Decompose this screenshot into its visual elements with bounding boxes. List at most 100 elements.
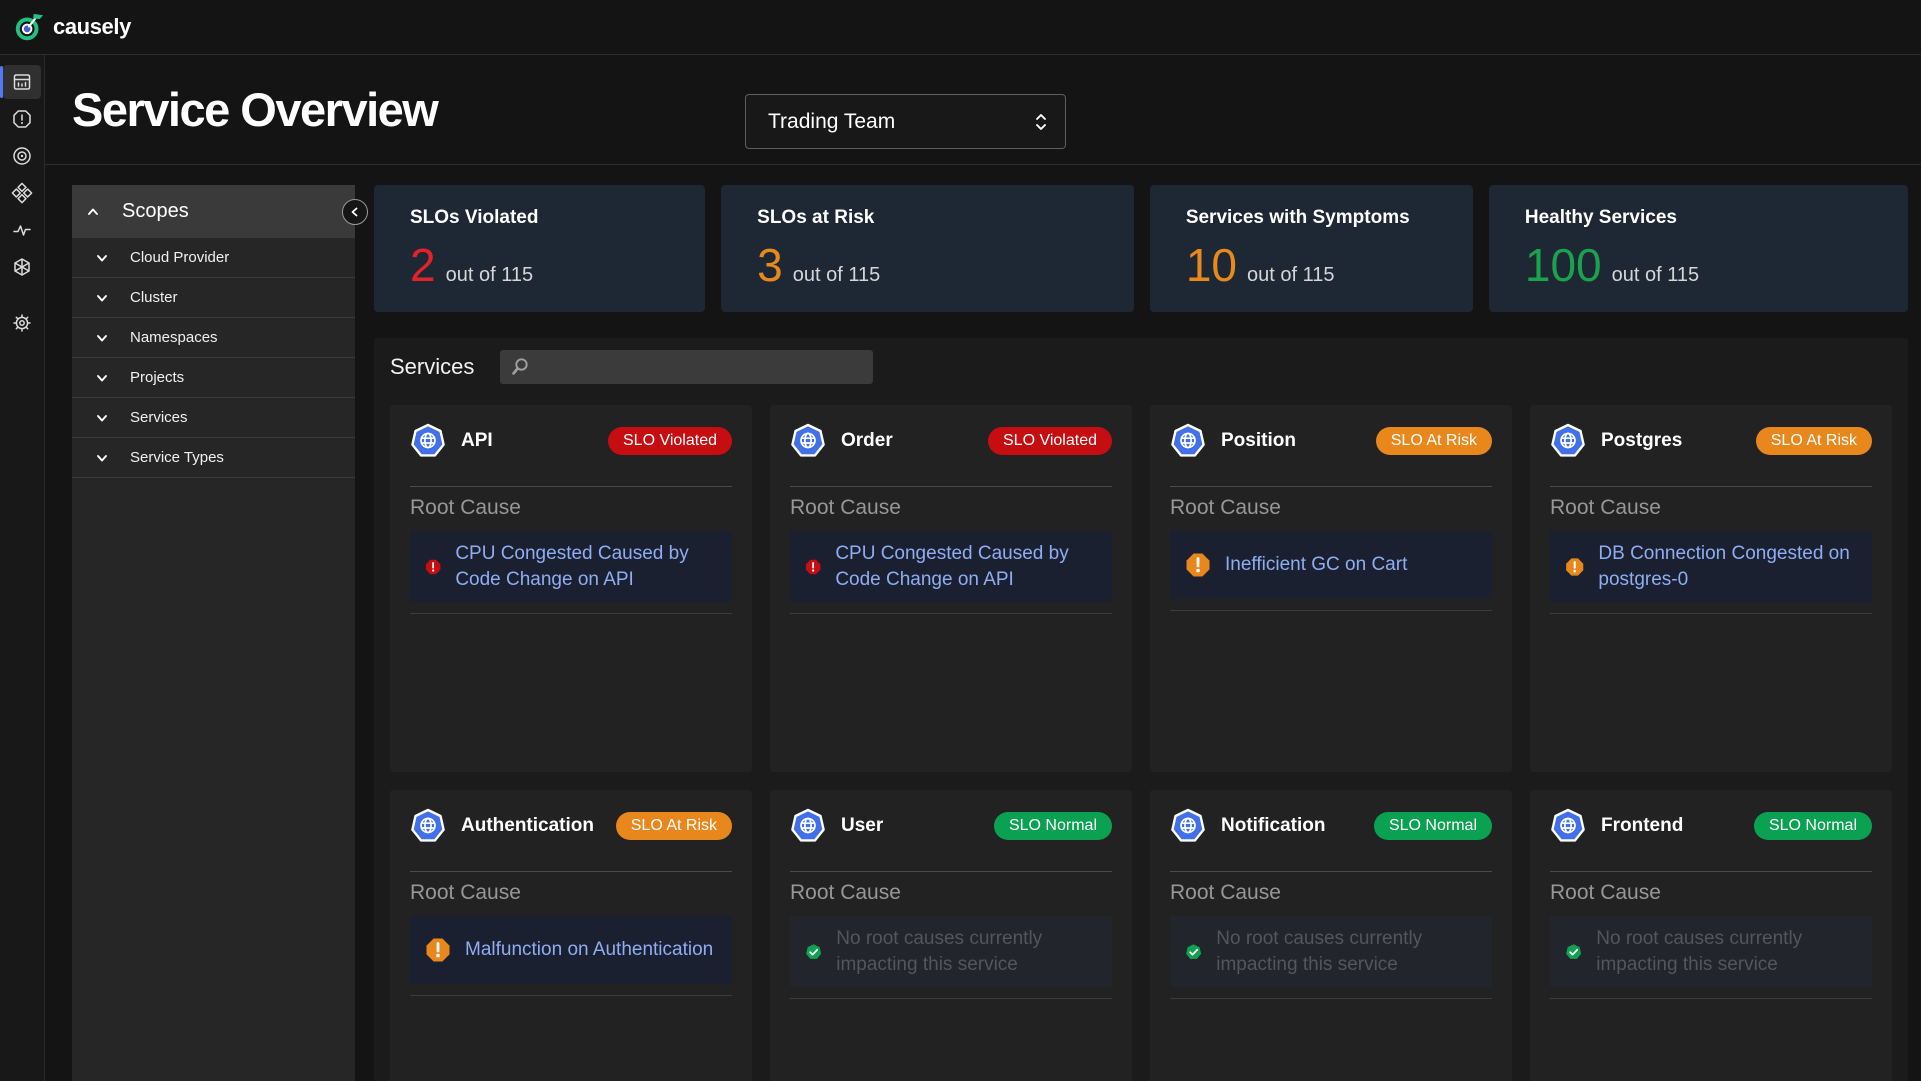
root-cause-item[interactable]: DB Connection Congested on postgres-0 (1550, 531, 1872, 602)
root-cause-item[interactable]: Malfunction on Authentication (410, 916, 732, 984)
scope-item-label: Projects (130, 369, 184, 386)
root-cause-link[interactable]: Inefficient GC on Cart (1225, 552, 1407, 578)
divider (1170, 486, 1492, 487)
nav-clusters[interactable] (3, 176, 41, 210)
slo-status-badge: SLO At Risk (616, 812, 732, 840)
nav-dashboard[interactable] (3, 65, 41, 99)
services-search-input[interactable] (538, 359, 863, 376)
nav-settings[interactable] (3, 306, 41, 340)
scope-item-cluster[interactable]: Cluster (72, 278, 355, 318)
scope-item-label: Service Types (130, 449, 224, 466)
brand-name: causely (53, 14, 131, 40)
root-cause-item: No root causes currently impacting this … (1550, 916, 1872, 987)
root-cause-label: Root Cause (410, 881, 732, 905)
slo-status-badge: SLO Violated (988, 427, 1112, 455)
root-cause-item[interactable]: Inefficient GC on Cart (1170, 531, 1492, 599)
service-name: Order (841, 430, 893, 452)
slo-status-badge: SLO At Risk (1376, 427, 1492, 455)
service-card-postgres[interactable]: Postgres SLO At Risk Root Cause DB Conne… (1530, 405, 1892, 772)
stat-title: SLOs Violated (410, 207, 669, 229)
critical-octagon-icon (425, 554, 441, 580)
service-card-api[interactable]: API SLO Violated Root Cause CPU Congeste… (390, 405, 752, 772)
root-cause-item[interactable]: CPU Congested Caused by Code Change on A… (410, 531, 732, 602)
chevron-down-icon (95, 371, 109, 385)
scope-item-label: Namespaces (130, 329, 218, 346)
service-card-position[interactable]: Position SLO At Risk Root Cause Ineffici… (1150, 405, 1512, 772)
nav-targets[interactable] (3, 139, 41, 173)
stat-card-healthy-services: Healthy Services 100 out of 115 (1489, 185, 1908, 312)
diamond-cluster-icon (11, 182, 33, 204)
divider (1550, 613, 1872, 614)
scope-item-projects[interactable]: Projects (72, 358, 355, 398)
stat-card-slos-at-risk: SLOs at Risk 3 out of 115 (721, 185, 1134, 312)
stat-denominator: out of 115 (1247, 264, 1334, 287)
root-cause-label: Root Cause (1550, 496, 1872, 520)
services-search[interactable] (500, 350, 873, 384)
scopes-header[interactable]: Scopes (72, 185, 355, 238)
no-root-cause-text: No root causes currently impacting this … (836, 926, 1097, 977)
slo-status-badge: SLO Violated (608, 427, 732, 455)
service-card-notification[interactable]: Notification SLO Normal Root Cause No ro… (1150, 790, 1512, 1081)
root-cause-link[interactable]: CPU Congested Caused by Code Change on A… (835, 541, 1097, 592)
scope-item-namespaces[interactable]: Namespaces (72, 318, 355, 358)
root-cause-item[interactable]: CPU Congested Caused by Code Change on A… (790, 531, 1112, 602)
service-card-user[interactable]: User SLO Normal Root Cause No root cause… (770, 790, 1132, 1081)
slo-status-badge: SLO At Risk (1756, 427, 1872, 455)
slo-status-badge: SLO Normal (1374, 812, 1492, 840)
chevron-down-icon (95, 451, 109, 465)
scope-item-services[interactable]: Services (72, 398, 355, 438)
divider (410, 613, 732, 614)
scopes-collapse-button[interactable] (342, 199, 368, 225)
stat-card-slos-violated: SLOs Violated 2 out of 115 (374, 185, 705, 312)
page-title: Service Overview (72, 82, 437, 137)
chevron-up-icon (86, 205, 100, 219)
service-globe-icon (1550, 808, 1586, 844)
service-card-frontend[interactable]: Frontend SLO Normal Root Cause No root c… (1530, 790, 1892, 1081)
team-selector[interactable]: Trading Team (745, 94, 1066, 149)
stat-value: 100 (1525, 242, 1602, 288)
root-cause-link[interactable]: DB Connection Congested on postgres-0 (1598, 541, 1857, 592)
root-cause-item: No root causes currently impacting this … (790, 916, 1112, 987)
stat-value: 3 (757, 242, 783, 288)
root-cause-link[interactable]: Malfunction on Authentication (465, 937, 713, 963)
nav-alerts[interactable] (3, 102, 41, 136)
root-cause-label: Root Cause (790, 496, 1112, 520)
root-cause-link[interactable]: CPU Congested Caused by Code Change on A… (455, 541, 717, 592)
divider (790, 998, 1112, 999)
gear-icon (11, 312, 33, 334)
service-cards-grid: API SLO Violated Root Cause CPU Congeste… (390, 405, 1892, 1081)
service-card-order[interactable]: Order SLO Violated Root Cause CPU Conges… (770, 405, 1132, 772)
scope-item-cloud-provider[interactable]: Cloud Provider (72, 238, 355, 278)
scopes-title: Scopes (122, 200, 189, 223)
service-card-authentication[interactable]: Authentication SLO At Risk Root Cause Ma… (390, 790, 752, 1081)
stat-cards-row: SLOs Violated 2 out of 115 SLOs at Risk … (374, 185, 1908, 312)
slo-status-badge: SLO Normal (1754, 812, 1872, 840)
stat-title: Healthy Services (1525, 207, 1872, 229)
chevron-down-icon (95, 411, 109, 425)
chevron-left-icon (348, 205, 362, 219)
divider (410, 871, 732, 872)
scope-item-label: Services (130, 409, 188, 426)
nav-services[interactable] (3, 250, 41, 284)
warning-octagon-icon (1185, 552, 1211, 578)
updown-chevron-icon (1033, 111, 1049, 133)
nav-activity[interactable] (3, 213, 41, 247)
page-header: Service Overview Trading Team (45, 55, 1921, 165)
service-globe-icon (1170, 808, 1206, 844)
root-cause-item: No root causes currently impacting this … (1170, 916, 1492, 987)
stat-title: SLOs at Risk (757, 207, 1098, 229)
divider (1550, 871, 1872, 872)
root-cause-label: Root Cause (1550, 881, 1872, 905)
root-cause-label: Root Cause (410, 496, 732, 520)
divider (1170, 610, 1492, 611)
stat-denominator: out of 115 (446, 264, 533, 287)
ok-check-icon (805, 939, 822, 965)
chevron-down-icon (95, 331, 109, 345)
service-name: Notification (1221, 815, 1326, 837)
scope-item-service-types[interactable]: Service Types (72, 438, 355, 478)
divider (410, 486, 732, 487)
scope-item-label: Cluster (130, 289, 178, 306)
causely-logo[interactable]: causely (14, 12, 131, 42)
chevron-down-icon (95, 291, 109, 305)
root-cause-label: Root Cause (790, 881, 1112, 905)
